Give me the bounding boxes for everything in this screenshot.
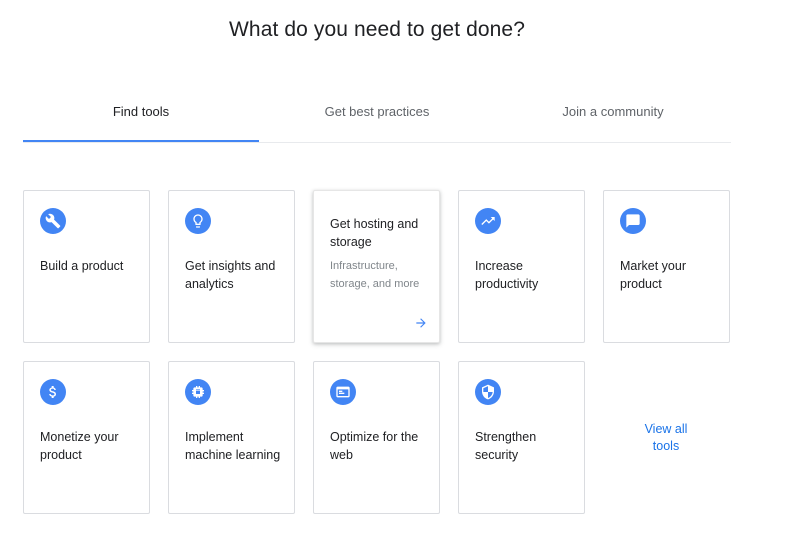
tab-get-best-practices[interactable]: Get best practices [259,92,495,140]
tab-find-tools[interactable]: Find tools [23,92,259,142]
card-monetize-your-product[interactable]: Monetize your product [23,361,150,514]
card-title: Market your product [620,259,686,291]
card-title: Implement machine learning [185,430,281,462]
card-title: Strengthen security [475,430,537,462]
card-title: Monetize your product [40,430,119,462]
view-all-tools-link[interactable]: View all tools [636,421,696,455]
card-get-insights-and-analytics[interactable]: Get insights and analytics [168,190,295,343]
tab-bar: Find tools Get best practices Join a com… [23,92,731,143]
arrow-right-icon[interactable] [414,316,428,330]
shield-icon [475,379,501,405]
card-build-a-product[interactable]: Build a product [23,190,150,343]
browser-icon [330,379,356,405]
card-title: Get hosting and storage [330,217,419,249]
trending-up-icon [475,208,501,234]
page-title: What do you need to get done? [229,18,525,41]
card-title: Build a product [40,259,124,273]
view-all-container: View all tools [602,362,730,514]
card-title: Get insights and analytics [185,259,276,291]
card-description: Infrastructure, storage, and more [330,260,420,290]
card-market-your-product[interactable]: Market your product [603,190,730,343]
tab-join-a-community[interactable]: Join a community [495,92,731,140]
card-title: Increase productivity [475,259,539,291]
chip-icon [185,379,211,405]
card-get-hosting-and-storage[interactable]: Get hosting and storage Infrastructure, … [313,190,440,343]
dollar-icon [40,379,66,405]
lightbulb-icon [185,208,211,234]
wrench-icon [40,208,66,234]
card-implement-machine-learning[interactable]: Implement machine learning [168,361,295,514]
card-optimize-for-the-web[interactable]: Optimize for the web [313,361,440,514]
card-increase-productivity[interactable]: Increase productivity [458,190,585,343]
chat-bubble-icon [620,208,646,234]
card-title: Optimize for the web [330,430,419,462]
card-strengthen-security[interactable]: Strengthen security [458,361,585,514]
